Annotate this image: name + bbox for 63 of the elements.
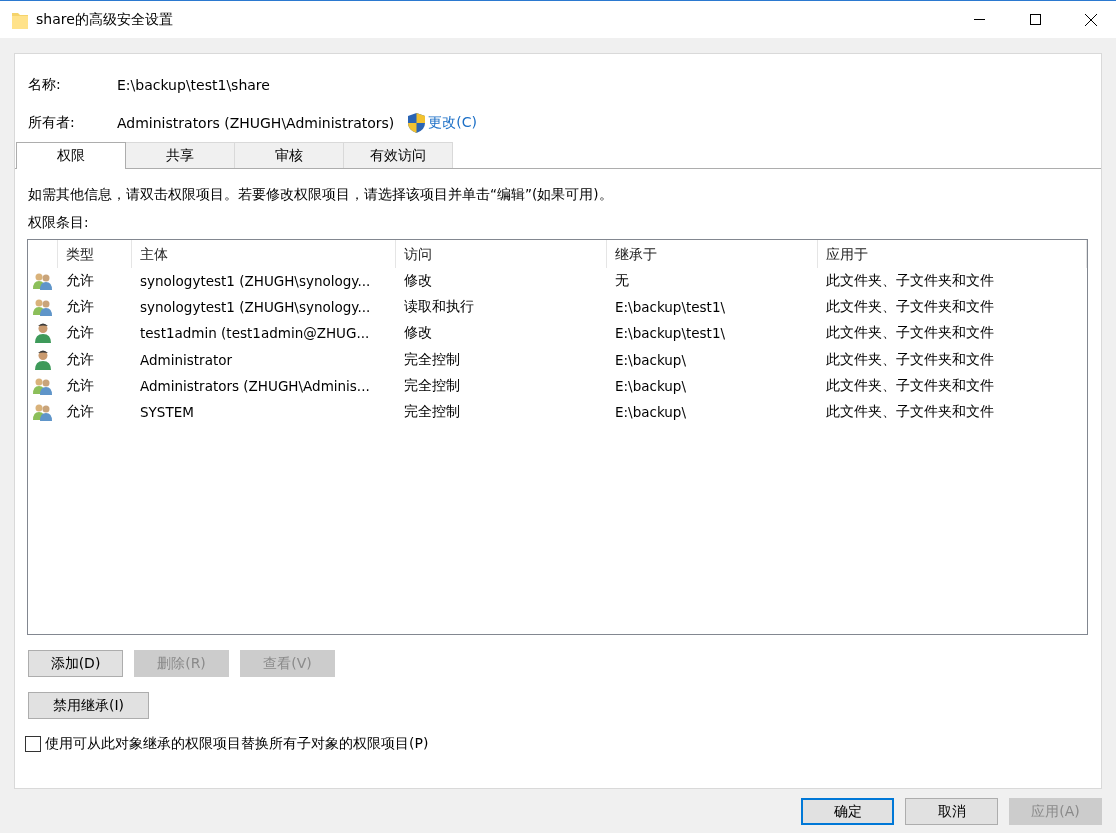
table-cell-text: Administrators (ZHUGH\Adminis... [139, 377, 371, 394]
table-cell-text: 此文件夹、子文件夹和文件 [825, 376, 995, 395]
table-cell-text: E:\backup\ [614, 404, 687, 421]
owner-label: 所有者: [28, 114, 76, 132]
user-group-icon [33, 403, 53, 422]
change-link[interactable]: 更改(C) [428, 114, 477, 132]
table-cell-text: 允许 [65, 403, 95, 422]
table-cell-text: 允许 [65, 272, 95, 291]
user-icon [35, 323, 51, 344]
column-header[interactable]: 继承于 [607, 240, 818, 268]
table-cell-text: 允许 [65, 324, 95, 343]
table-cell-text: 此文件夹、子文件夹和文件 [825, 350, 995, 369]
user-group-icon [33, 298, 53, 317]
table-cell-text: synologytest1 (ZHUGH\synology... [139, 299, 372, 316]
table-cell-text: 完全控制 [403, 350, 461, 369]
table-cell-text: 修改 [403, 272, 433, 291]
user-icon [35, 349, 51, 370]
tab[interactable]: 有效访问 [343, 142, 453, 168]
name-value: E:\backup\test1\share [117, 77, 270, 93]
folder-icon [12, 10, 28, 29]
table-cell-text: E:\backup\test1\ [614, 325, 727, 342]
replace-checkbox[interactable] [25, 736, 41, 752]
table-cell-text: E:\backup\ [614, 377, 687, 394]
column-header[interactable]: 访问 [396, 240, 607, 268]
table-cell-text: Administrator [139, 351, 234, 368]
user-group-icon [33, 272, 53, 291]
shield-icon [408, 113, 426, 133]
table-cell-text: 此文件夹、子文件夹和文件 [825, 403, 995, 422]
disable-inheritance-button[interactable]: 禁用继承(I) [28, 692, 149, 719]
table-cell-text: 无 [614, 272, 630, 291]
user-group-icon [33, 376, 53, 395]
maximize-icon[interactable] [1029, 14, 1041, 25]
table-cell-text: test1admin (test1admin@ZHUG... [139, 325, 371, 342]
column-header[interactable]: 主体 [132, 240, 396, 268]
table-cell-text: 此文件夹、子文件夹和文件 [825, 298, 995, 317]
table-cell-text: SYSTEM [139, 404, 195, 421]
table-cell-text: 完全控制 [403, 376, 461, 395]
table-cell-text: E:\backup\test1\ [614, 299, 727, 316]
table-cell-text: 此文件夹、子文件夹和文件 [825, 324, 995, 343]
entry-button[interactable]: 添加(D) [28, 650, 123, 677]
replace-checkbox-label: 使用可从此对象继承的权限项目替换所有子对象的权限项目(P) [45, 735, 429, 753]
close-icon[interactable] [1085, 13, 1097, 26]
dialog-button[interactable]: 取消 [905, 798, 998, 825]
name-label: 名称: [28, 76, 62, 94]
table-cell-text: 读取和执行 [403, 298, 475, 317]
window-title: share的高级安全设置 [36, 10, 174, 29]
table-cell-text: 修改 [403, 324, 433, 343]
table-cell-text: 允许 [65, 350, 95, 369]
tab[interactable]: 权限 [16, 142, 126, 169]
table-cell-text: 此文件夹、子文件夹和文件 [825, 272, 995, 291]
column-header[interactable]: 应用于 [818, 240, 1087, 268]
table-cell-text: 允许 [65, 298, 95, 317]
dialog-button[interactable]: 确定 [801, 798, 894, 825]
column-header[interactable]: 类型 [58, 240, 132, 268]
table-cell-text: synologytest1 (ZHUGH\synology... [139, 273, 372, 290]
table-cell-text: 完全控制 [403, 403, 461, 422]
table-cell-text: 允许 [65, 376, 95, 395]
tab[interactable]: 审核 [234, 142, 344, 168]
owner-value: Administrators (ZHUGH\Administrators) [117, 115, 395, 131]
list-label: 权限条目: [28, 214, 90, 232]
info-text: 如需其他信息，请双击权限项目。若要修改权限项目，请选择该项目并单击“编辑”(如果可用)。 [28, 186, 614, 204]
table-cell-text: E:\backup\ [614, 351, 687, 368]
tab[interactable]: 共享 [125, 142, 235, 168]
